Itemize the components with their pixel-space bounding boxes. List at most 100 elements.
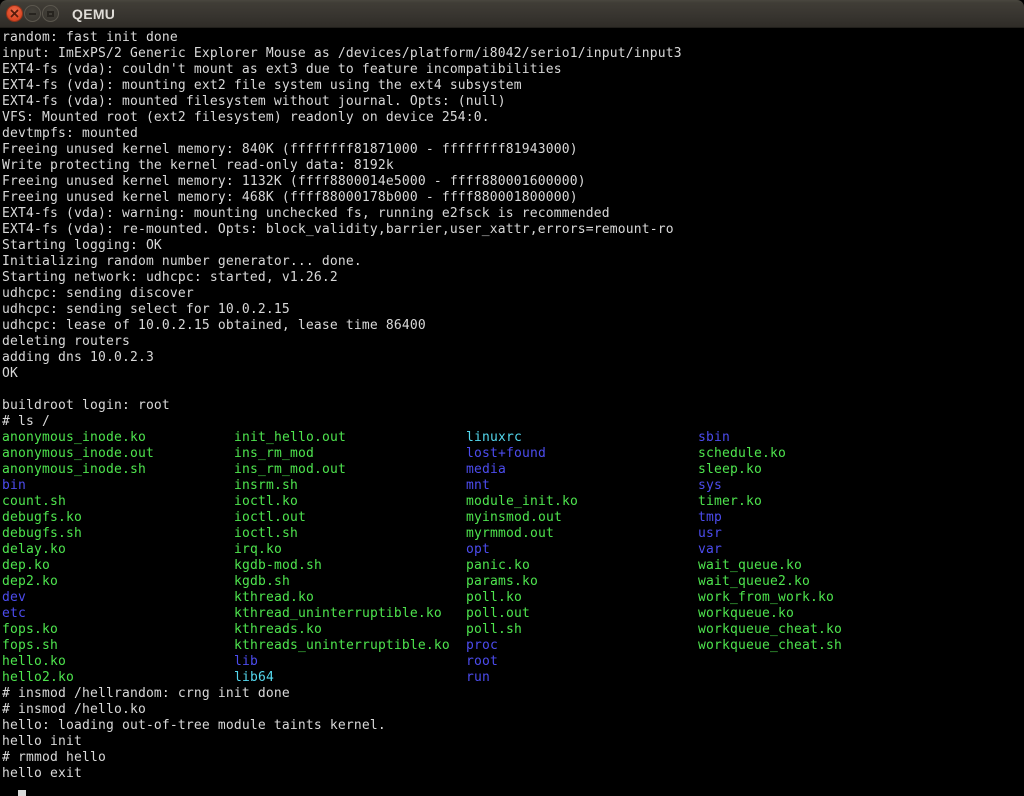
file-entry: debugfs.ko [2,510,234,526]
terminal-line: hello init [2,734,1024,750]
terminal-line: udhcpc: sending select for 10.0.2.15 [2,302,1024,318]
terminal-line: Starting logging: OK [2,238,1024,254]
file-entry: panic.ko [466,558,698,574]
file-entry: linuxrc [466,430,698,446]
file-entry: kthreads_uninterruptible.ko [234,638,466,654]
file-entry: sbin [698,430,930,446]
window-controls [0,5,59,22]
terminal-line: random: fast init done [2,30,1024,46]
file-entry: proc [466,638,698,654]
file-entry: ioctl.ko [234,494,466,510]
file-entry: media [466,462,698,478]
terminal-line: Freeing unused kernel memory: 1132K (fff… [2,174,1024,190]
terminal-line: adding dns 10.0.2.3 [2,350,1024,366]
minimize-icon [29,13,36,15]
file-entry: dep2.ko [2,574,234,590]
terminal-line: devtmpfs: mounted [2,126,1024,142]
file-entry: lib [234,654,466,670]
file-entry: debugfs.sh [2,526,234,542]
window-title: QEMU [72,6,115,22]
file-entry: var [698,542,930,558]
file-entry: fops.ko [2,622,234,638]
file-entry: ioctl.sh [234,526,466,542]
file-entry: fops.sh [2,638,234,654]
file-entry: anonymous_inode.sh [2,462,234,478]
terminal-line: # rmmod hello [2,750,1024,766]
close-icon [10,9,19,18]
file-entry: lib64 [234,670,466,686]
terminal-line: EXT4-fs (vda): warning: mounting uncheck… [2,206,1024,222]
file-entry: count.sh [2,494,234,510]
terminal-line: # insmod /hello.ko [2,702,1024,718]
file-entry: kthread.ko [234,590,466,606]
file-entry: wait_queue.ko [698,558,930,574]
file-entry: workqueue_cheat.sh [698,638,930,654]
file-entry: root [466,654,698,670]
terminal-line: buildroot login: root [2,398,1024,414]
file-entry: dev [2,590,234,606]
terminal-line: EXT4-fs (vda): mounted filesystem withou… [2,94,1024,110]
terminal-line: Write protecting the kernel read-only da… [2,158,1024,174]
file-entry: insrm.sh [234,478,466,494]
minimize-button[interactable] [24,5,41,22]
window-titlebar[interactable]: QEMU [0,0,1024,28]
file-entry: ioctl.out [234,510,466,526]
file-entry: sleep.ko [698,462,930,478]
terminal-line: # insmod /hellrandom: crng init done [2,686,1024,702]
file-entry: ins_rm_mod [234,446,466,462]
terminal-line: input: ImExPS/2 Generic Explorer Mouse a… [2,46,1024,62]
file-entry: opt [466,542,698,558]
terminal-line: # ls / [2,414,1024,430]
terminal-line: Freeing unused kernel memory: 840K (ffff… [2,142,1024,158]
terminal-line: hello exit [2,766,1024,782]
terminal-screen[interactable]: random: fast init doneinput: ImExPS/2 Ge… [0,28,1024,796]
file-entry: delay.ko [2,542,234,558]
session-output: # insmod /hellrandom: crng init done# in… [2,686,1024,782]
terminal-line: hello: loading out-of-tree module taints… [2,718,1024,734]
file-entry: lost+found [466,446,698,462]
file-entry: schedule.ko [698,446,930,462]
file-entry: workqueue_cheat.ko [698,622,930,638]
file-entry: poll.sh [466,622,698,638]
terminal-line: EXT4-fs (vda): couldn't mount as ext3 du… [2,62,1024,78]
file-entry: timer.ko [698,494,930,510]
file-entry: params.ko [466,574,698,590]
terminal-line: deleting routers [2,334,1024,350]
file-entry: etc [2,606,234,622]
maximize-button[interactable] [42,5,59,22]
terminal-line [2,382,1024,398]
file-entry: hello.ko [2,654,234,670]
file-entry: anonymous_inode.ko [2,430,234,446]
file-entry: usr [698,526,930,542]
file-entry: module_init.ko [466,494,698,510]
terminal-line: Starting network: udhcpc: started, v1.26… [2,270,1024,286]
file-entry: poll.ko [466,590,698,606]
file-entry: init_hello.out [234,430,466,446]
close-button[interactable] [6,5,23,22]
file-entry: myinsmod.out [466,510,698,526]
prompt-line: # [2,782,1024,796]
file-entry: wait_queue2.ko [698,574,930,590]
file-listing: anonymous_inode.koanonymous_inode.outano… [2,430,1024,686]
terminal-line: EXT4-fs (vda): mounting ext2 file system… [2,78,1024,94]
file-entry: anonymous_inode.out [2,446,234,462]
file-entry: poll.out [466,606,698,622]
terminal-line: EXT4-fs (vda): re-mounted. Opts: block_v… [2,222,1024,238]
file-entry: run [466,670,698,686]
boot-output: random: fast init doneinput: ImExPS/2 Ge… [2,30,1024,430]
file-entry: myrmmod.out [466,526,698,542]
file-entry: kgdb.sh [234,574,466,590]
file-entry: sys [698,478,930,494]
terminal-line: VFS: Mounted root (ext2 filesystem) read… [2,110,1024,126]
terminal-line: udhcpc: sending discover [2,286,1024,302]
maximize-icon [47,11,54,17]
terminal-cursor [18,790,26,796]
file-entry: irq.ko [234,542,466,558]
file-entry: dep.ko [2,558,234,574]
file-entry: kthreads.ko [234,622,466,638]
file-entry: mnt [466,478,698,494]
file-entry: bin [2,478,234,494]
file-entry: kgdb-mod.sh [234,558,466,574]
terminal-line: udhcpc: lease of 10.0.2.15 obtained, lea… [2,318,1024,334]
file-entry: workqueue.ko [698,606,930,622]
